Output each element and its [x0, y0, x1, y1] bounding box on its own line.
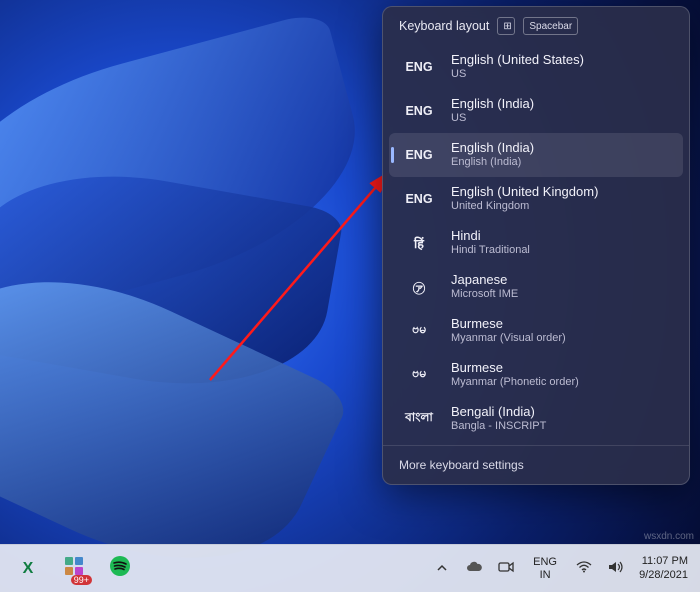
language-indicator-line1: ENG [533, 556, 557, 568]
camera-icon [498, 561, 514, 576]
language-indicator-button[interactable]: ENG IN [525, 556, 565, 580]
spotify-icon [109, 555, 131, 582]
layout-sublabel: US [451, 112, 534, 126]
more-keyboard-settings-link[interactable]: More keyboard settings [383, 445, 689, 484]
layout-code: ENG [401, 60, 437, 74]
clock-time: 11:07 PM [639, 555, 688, 568]
layout-item[interactable]: ENG English (United States)US [389, 45, 683, 89]
wifi-icon [576, 561, 592, 576]
layout-name: English (India) [451, 140, 534, 156]
layout-item[interactable]: বাংলা Bengali (India)Bangla - INSCRIPT [389, 397, 683, 441]
layout-code: ENG [401, 192, 437, 206]
layout-item[interactable]: ENG English (India)US [389, 89, 683, 133]
excel-taskbar-button[interactable]: X [8, 549, 48, 589]
layout-name: Hindi [451, 228, 530, 244]
widgets-taskbar-button[interactable]: 99+ [54, 549, 94, 589]
meet-now-tray-icon[interactable] [493, 549, 519, 589]
layout-code: ㋐ [401, 278, 437, 297]
layout-name: English (United States) [451, 52, 584, 68]
win-keycap-icon: ⊞ [497, 17, 515, 35]
layout-name: English (India) [451, 96, 534, 112]
watermark-text: wsxdn.com [644, 531, 694, 542]
layout-code: ENG [401, 148, 437, 162]
layout-sublabel: United Kingdom [451, 200, 598, 214]
layout-item[interactable]: ENG English (India)English (India) [389, 133, 683, 177]
layout-name: Japanese [451, 272, 518, 288]
widgets-badge-count: 99+ [71, 575, 92, 585]
layout-name: Burmese [451, 360, 579, 376]
layout-code: বাংলা [401, 409, 437, 429]
layout-sublabel: Hindi Traditional [451, 244, 530, 258]
flyout-title: Keyboard layout [399, 19, 489, 33]
clock-tray-button[interactable]: 11:07 PM 9/28/2021 [635, 555, 692, 581]
spacebar-keycap: Spacebar [523, 17, 578, 35]
layout-sublabel: Myanmar (Phonetic order) [451, 376, 579, 390]
layout-sublabel: English (India) [451, 156, 534, 170]
layout-sublabel: Microsoft IME [451, 288, 518, 302]
layout-name: Burmese [451, 316, 566, 332]
layout-name: English (United Kingdom) [451, 184, 598, 200]
volume-tray-icon[interactable] [603, 549, 629, 589]
layout-item[interactable]: ဗမ BurmeseMyanmar (Phonetic order) [389, 353, 683, 397]
clock-date: 9/28/2021 [639, 569, 688, 582]
layout-sublabel: Myanmar (Visual order) [451, 332, 566, 346]
chevron-up-icon [437, 561, 447, 576]
layout-list: ENGEnglish (United States)USENGEnglish (… [383, 41, 689, 445]
layout-sublabel: US [451, 68, 584, 82]
taskbar-right-group: ENG IN 11:07 PM 9/28/2021 [429, 549, 692, 589]
wifi-tray-icon[interactable] [571, 549, 597, 589]
keyboard-layout-flyout: Keyboard layout ⊞ Spacebar ENG English (U… [382, 6, 690, 485]
onedrive-tray-icon[interactable] [461, 549, 487, 589]
layout-item[interactable]: हिं HindiHindi Traditional [389, 221, 683, 265]
layout-sublabel: Bangla - INSCRIPT [451, 420, 546, 434]
layout-code: हिं [401, 235, 437, 252]
taskbar-left-group: X 99+ [8, 549, 140, 589]
language-indicator-line2: IN [540, 569, 551, 581]
layout-item[interactable]: ㋐ JapaneseMicrosoft IME [389, 265, 683, 309]
taskbar: X 99+ [0, 544, 700, 592]
layout-code: ENG [401, 104, 437, 118]
flyout-header: Keyboard layout ⊞ Spacebar [383, 7, 689, 41]
layout-item[interactable]: ဗမ BurmeseMyanmar (Visual order) [389, 309, 683, 353]
cloud-icon [466, 561, 482, 576]
desktop-wallpaper: Keyboard layout ⊞ Spacebar ENG English (U… [0, 0, 700, 592]
layout-name: Bengali (India) [451, 404, 546, 420]
excel-icon: X [23, 560, 34, 578]
layout-item[interactable]: ENG English (United Kingdom)United Kingdo… [389, 177, 683, 221]
spotify-taskbar-button[interactable] [100, 549, 140, 589]
tray-overflow-button[interactable] [429, 549, 455, 589]
speaker-icon [608, 560, 624, 577]
layout-code: ဗမ [401, 322, 437, 340]
layout-code: ဗမ [401, 366, 437, 384]
